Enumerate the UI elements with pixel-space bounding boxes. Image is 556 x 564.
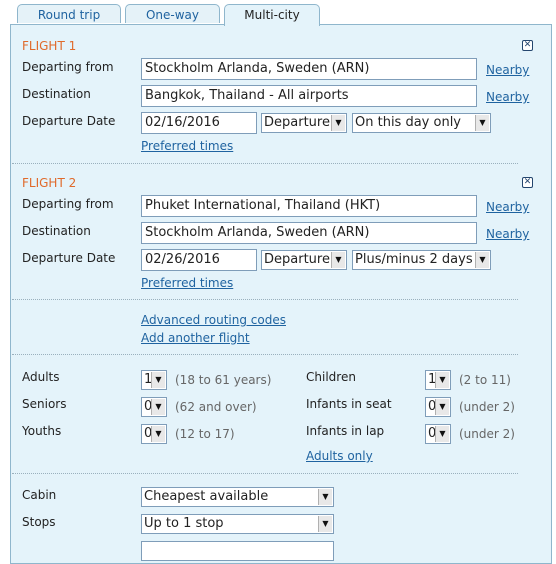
flight-1-preferred-times-link[interactable]: Preferred times [141, 139, 233, 153]
flight-1-time-type-select[interactable]: Departure ▼ [261, 113, 347, 133]
flight-2-time-type-select[interactable]: Departure ▼ [261, 250, 347, 270]
flight-1-departing-input[interactable]: Stockholm Arlanda, Sweden (ARN) [141, 58, 477, 80]
flight-1-departing-nearby-link[interactable]: Nearby [486, 63, 529, 77]
adults-label: Adults [22, 370, 60, 384]
stops-label: Stops [22, 515, 56, 529]
flight-2-departing-nearby-link[interactable]: Nearby [486, 200, 529, 214]
stops-select[interactable]: Up to 1 stop ▼ [141, 514, 334, 534]
chevron-down-icon: ▼ [331, 115, 345, 131]
infants-in-seat-label: Infants in seat [306, 397, 392, 411]
divider [12, 354, 518, 355]
remove-flight-2-close-icon[interactable]: ✕ [522, 177, 533, 188]
chevron-down-icon: ▼ [151, 372, 165, 388]
chevron-down-icon: ▼ [475, 115, 489, 131]
chevron-down-icon: ▼ [151, 426, 165, 442]
youths-hint: (12 to 17) [175, 427, 235, 441]
chevron-down-icon: ▼ [435, 399, 449, 415]
children-select[interactable]: 1 ▼ [425, 370, 451, 390]
flight-2-title: FLIGHT 2 [22, 176, 77, 190]
flight-1-destination-input[interactable]: Bangkok, Thailand - All airports [141, 85, 477, 107]
infants-in-lap-select[interactable]: 0 ▼ [425, 424, 451, 444]
stops-value: Up to 1 stop [144, 516, 224, 531]
flight-1-date-label: Departure Date [22, 114, 116, 128]
cabin-value: Cheapest available [144, 489, 269, 504]
chevron-down-icon: ▼ [435, 426, 449, 442]
flight-1-date-input[interactable]: 02/16/2016 [141, 112, 257, 134]
seniors-hint: (62 and over) [175, 400, 257, 414]
remove-flight-1-close-icon[interactable]: ✕ [522, 40, 533, 51]
tab-round-trip[interactable]: Round trip [17, 4, 121, 23]
flight-2-flexibility-value: Plus/minus 2 days [355, 252, 473, 267]
flight-1-title: FLIGHT 1 [22, 39, 77, 53]
next-option-select[interactable] [141, 541, 334, 561]
infants-in-seat-select[interactable]: 0 ▼ [425, 397, 451, 417]
divider [12, 473, 518, 474]
cabin-select[interactable]: Cheapest available ▼ [141, 487, 334, 507]
chevron-down-icon: ▼ [331, 252, 345, 268]
flight-2-destination-input[interactable]: Stockholm Arlanda, Sweden (ARN) [141, 222, 477, 244]
flight-2-flexibility-select[interactable]: Plus/minus 2 days ▼ [352, 250, 491, 270]
chevron-down-icon: ▼ [435, 372, 449, 388]
flight-1-flexibility-value: On this day only [355, 115, 461, 130]
adults-hint: (18 to 61 years) [175, 373, 272, 387]
flight-1-departing-label: Departing from [22, 60, 114, 74]
flight-2-departing-label: Departing from [22, 197, 114, 211]
flight-2-preferred-times-link[interactable]: Preferred times [141, 276, 233, 290]
tab-one-way[interactable]: One-way [125, 4, 220, 23]
infants-in-lap-hint: (under 2) [459, 427, 515, 441]
chevron-down-icon: ▼ [151, 399, 165, 415]
divider [12, 163, 518, 164]
youths-label: Youths [22, 424, 62, 438]
chevron-down-icon: ▼ [318, 516, 332, 532]
flight-2-date-label: Departure Date [22, 251, 116, 265]
infants-in-lap-label: Infants in lap [306, 424, 385, 438]
youths-select[interactable]: 0 ▼ [141, 424, 167, 444]
chevron-down-icon: ▼ [475, 252, 489, 268]
advanced-routing-codes-link[interactable]: Advanced routing codes [141, 313, 286, 327]
seniors-label: Seniors [22, 397, 67, 411]
tab-multi-city[interactable]: Multi-city [224, 4, 320, 26]
cabin-label: Cabin [22, 488, 57, 502]
flight-1-time-type-value: Departure [264, 115, 330, 130]
chevron-down-icon: ▼ [318, 489, 332, 505]
adults-select[interactable]: 1 ▼ [141, 370, 167, 390]
children-hint: (2 to 11) [459, 373, 511, 387]
infants-in-seat-hint: (under 2) [459, 400, 515, 414]
adults-only-link[interactable]: Adults only [306, 449, 373, 463]
flight-2-departing-input[interactable]: Phuket International, Thailand (HKT) [141, 195, 477, 217]
divider [12, 299, 518, 300]
seniors-select[interactable]: 0 ▼ [141, 397, 167, 417]
flight-2-time-type-value: Departure [264, 252, 330, 267]
flight-2-destination-label: Destination [22, 224, 91, 238]
add-another-flight-link[interactable]: Add another flight [141, 331, 250, 345]
flight-1-flexibility-select[interactable]: On this day only ▼ [352, 113, 491, 133]
flight-1-destination-nearby-link[interactable]: Nearby [486, 90, 529, 104]
flight-2-date-input[interactable]: 02/26/2016 [141, 249, 257, 271]
children-label: Children [306, 370, 356, 384]
flight-2-destination-nearby-link[interactable]: Nearby [486, 227, 529, 241]
flight-1-destination-label: Destination [22, 87, 91, 101]
